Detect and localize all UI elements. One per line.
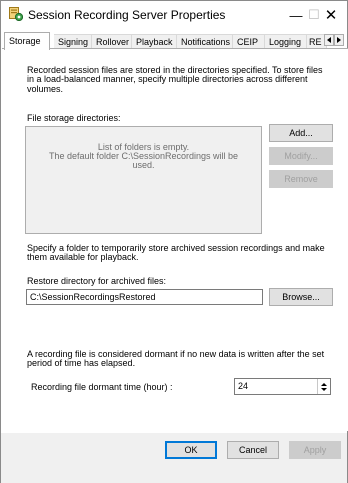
properties-dialog: Session Recording Server Properties — ☐ … [0, 0, 348, 483]
tab-scroll-left-button[interactable] [324, 34, 334, 46]
window-title: Session Recording Server Properties [28, 8, 226, 22]
chevron-right-icon [337, 37, 341, 43]
ok-button[interactable]: OK [165, 441, 217, 459]
tab-signing[interactable]: Signing [54, 34, 92, 49]
file-storage-label: File storage directories: [27, 113, 121, 123]
dormant-time-label: Recording file dormant time (hour) : [31, 382, 173, 392]
restore-directory-label: Restore directory for archived files: [27, 276, 167, 286]
tab-storage[interactable]: Storage [4, 32, 50, 50]
remove-button[interactable]: Remove [269, 170, 333, 188]
spin-down-icon[interactable] [320, 387, 327, 391]
spin-up-icon[interactable] [320, 382, 327, 386]
modify-button[interactable]: Modify... [269, 147, 333, 165]
browse-button[interactable]: Browse... [269, 288, 333, 306]
chevron-left-icon [327, 37, 331, 43]
restore-directory-field[interactable]: C:\SessionRecordingsRestored [26, 289, 263, 305]
tab-logging[interactable]: Logging [265, 34, 307, 49]
tab-notifications[interactable]: Notifications [177, 34, 233, 49]
tab-scroll-right-button[interactable] [334, 34, 344, 46]
tab-strip: Storage Signing Rollover Playback Notifi… [1, 32, 347, 50]
dormant-time-spinner[interactable] [317, 379, 329, 394]
file-storage-list[interactable]: List of folders is empty. The default fo… [25, 126, 262, 234]
tab-ceip[interactable]: CEIP [233, 34, 265, 49]
storage-intro-line3: volumes. [27, 84, 64, 94]
storage-intro-line2: in a load-balanced manner, specify multi… [27, 74, 308, 84]
close-button[interactable]: ✕ [313, 1, 348, 29]
title-bar[interactable]: Session Recording Server Properties — ☐ … [1, 1, 347, 30]
list-empty-line3: used. [132, 160, 155, 170]
restore-desc-line2: them available for playback. [27, 252, 139, 262]
apply-button[interactable]: Apply [289, 441, 341, 459]
dormant-desc-line2: period of time has elapsed. [27, 358, 136, 368]
tab-playback[interactable]: Playback [132, 34, 177, 49]
cancel-button[interactable]: Cancel [227, 441, 279, 459]
session-recording-app-icon [9, 7, 23, 21]
add-button[interactable]: Add... [269, 124, 333, 142]
tab-rollover[interactable]: Rollover [92, 34, 132, 49]
storage-tab-panel [2, 48, 348, 431]
